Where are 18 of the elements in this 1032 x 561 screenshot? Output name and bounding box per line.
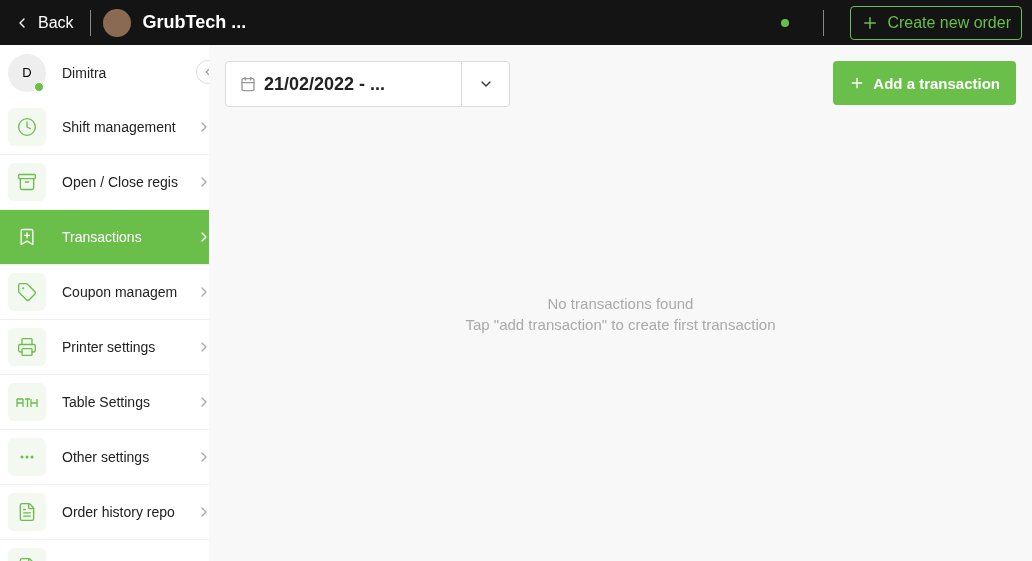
user-initial: D — [22, 65, 32, 80]
user-name: Dimitra — [62, 64, 107, 81]
store-name: GrubTech ... — [142, 12, 247, 33]
back-button[interactable]: Back — [10, 13, 78, 32]
empty-title: No transactions found — [547, 295, 694, 312]
date-range-picker[interactable]: 21/02/2022 - ... — [225, 61, 510, 107]
date-range-value: 21/02/2022 - ... — [264, 73, 386, 95]
create-order-button[interactable]: Create new order — [850, 5, 1022, 40]
clock-icon — [17, 117, 37, 137]
more-icon — [20, 455, 34, 459]
printer-icon — [17, 337, 37, 357]
store-avatar — [102, 8, 131, 37]
empty-hint: Tap "add transaction" to create first transaction — [465, 316, 776, 333]
table-icon — [16, 396, 38, 408]
calendar-icon — [240, 76, 256, 92]
tag-icon — [17, 282, 37, 302]
archive-box-icon — [17, 172, 37, 192]
document-icon — [17, 502, 37, 522]
